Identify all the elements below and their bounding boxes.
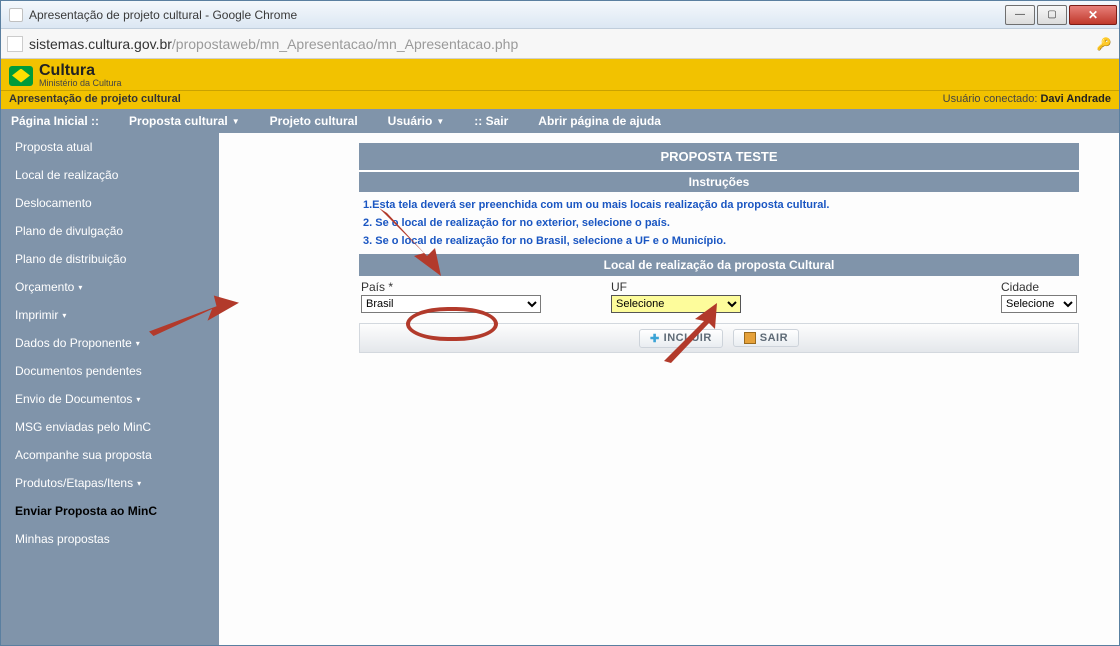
user-info: Usuário conectado: Davi Andrade xyxy=(943,93,1111,105)
chevron-down-icon: ▾ xyxy=(78,283,82,292)
sidebar-item[interactable]: Proposta atual xyxy=(1,133,219,161)
field-pais: País * Brasil xyxy=(361,280,541,313)
top-nav: Página Inicial :: Proposta cultural▼ Pro… xyxy=(1,109,1119,133)
sidebar-item[interactable]: Deslocamento xyxy=(1,189,219,217)
sidebar-item[interactable]: Acompanhe sua proposta xyxy=(1,441,219,469)
panel-title: PROPOSTA TESTE xyxy=(359,143,1079,170)
sidebar-item-label: Proposta atual xyxy=(15,140,92,154)
sidebar-item[interactable]: Enviar Proposta ao MinC xyxy=(1,497,219,525)
cidade-select[interactable]: Selecione xyxy=(1001,295,1077,313)
sidebar-item-label: Orçamento xyxy=(15,280,74,294)
incluir-button[interactable]: ✚ INCLUIR xyxy=(639,329,723,348)
address-bar: sistemas.cultura.gov.br/propostaweb/mn_A… xyxy=(1,29,1119,59)
user-label: Usuário conectado: xyxy=(943,93,1038,105)
page-icon xyxy=(7,36,23,52)
sidebar-item[interactable]: Produtos/Etapas/Itens ▾ xyxy=(1,469,219,497)
close-button[interactable]: ✕ xyxy=(1069,5,1117,25)
section-header: Local de realização da proposta Cultural xyxy=(359,254,1079,276)
nav-ajuda[interactable]: Abrir página de ajuda xyxy=(538,114,661,128)
sidebar-item[interactable]: Imprimir ▾ xyxy=(1,301,219,329)
sidebar-item-label: Plano de divulgação xyxy=(15,224,123,238)
app-body: Proposta atual Local de realização Desloca… xyxy=(1,133,1119,645)
sidebar-item-label: Produtos/Etapas/Itens xyxy=(15,476,133,490)
header-ribbon: Cultura Ministério da Cultura xyxy=(1,59,1119,91)
sidebar-item[interactable]: MSG enviadas pelo MinC xyxy=(1,413,219,441)
action-bar: ✚ INCLUIR SAIR xyxy=(359,323,1079,353)
chevron-down-icon: ▼ xyxy=(232,117,240,126)
url-path: /propostaweb/mn_Apresentacao/mn_Apresent… xyxy=(172,36,518,52)
sidebar-item[interactable]: Documentos pendentes xyxy=(1,357,219,385)
sidebar-item-label: Plano de distribuição xyxy=(15,252,126,266)
window-buttons: — ▢ ✕ xyxy=(1005,5,1117,25)
brand-name: Cultura xyxy=(39,62,95,79)
field-uf: UF Selecione xyxy=(611,280,741,313)
instructions-header: Instruções xyxy=(359,170,1079,192)
sidebar: Proposta atual Local de realização Desloca… xyxy=(1,133,219,645)
field-cidade: Cidade Selecione xyxy=(1001,280,1077,313)
nav-projeto-cultural[interactable]: Projeto cultural xyxy=(270,114,358,128)
sidebar-item[interactable]: Dados do Proponente ▾ xyxy=(1,329,219,357)
sidebar-item[interactable]: Local de realização xyxy=(1,161,219,189)
incluir-label: INCLUIR xyxy=(664,332,712,344)
brazil-flag-icon xyxy=(9,66,33,86)
uf-select[interactable]: Selecione xyxy=(611,295,741,313)
pais-label: País * xyxy=(361,280,541,294)
sidebar-item[interactable]: Plano de divulgação xyxy=(1,217,219,245)
sidebar-item-label: Deslocamento xyxy=(15,196,92,210)
sidebar-item-label: Enviar Proposta ao MinC xyxy=(15,504,157,518)
nav-proposta-cultural[interactable]: Proposta cultural▼ xyxy=(129,114,240,128)
nav-home[interactable]: Página Inicial :: xyxy=(11,114,99,128)
sidebar-item[interactable]: Orçamento ▾ xyxy=(1,273,219,301)
chevron-down-icon: ▾ xyxy=(137,479,141,488)
nav-sair[interactable]: :: Sair xyxy=(474,114,508,128)
sidebar-item-label: Minhas propostas xyxy=(15,532,110,546)
chevron-down-icon: ▼ xyxy=(436,117,444,126)
sub-ribbon: Apresentação de projeto cultural Usuário… xyxy=(1,91,1119,109)
site-info-icon[interactable]: 🔑 xyxy=(1095,37,1113,51)
chevron-down-icon: ▾ xyxy=(136,395,140,404)
instruction-line: 1.Esta tela deverá ser preenchida com um… xyxy=(361,196,1077,214)
page-name: Apresentação de projeto cultural xyxy=(9,93,181,105)
sidebar-item-label: MSG enviadas pelo MinC xyxy=(15,420,151,434)
plus-icon: ✚ xyxy=(650,332,660,345)
sidebar-item[interactable]: Minhas propostas xyxy=(1,525,219,553)
form-row: País * Brasil UF Selecione Cidade Seleci… xyxy=(359,276,1079,323)
sidebar-item[interactable]: Envio de Documentos ▾ xyxy=(1,385,219,413)
instruction-line: 2. Se o local de realização for no exter… xyxy=(361,214,1077,232)
brand-subtitle: Ministério da Cultura xyxy=(39,79,122,88)
user-name: Davi Andrade xyxy=(1040,93,1111,105)
uf-label: UF xyxy=(611,280,741,294)
chevron-down-icon: ▾ xyxy=(136,339,140,348)
sair-label: SAIR xyxy=(760,332,788,344)
sidebar-item-label: Local de realização xyxy=(15,168,118,182)
favicon-icon xyxy=(9,8,23,22)
cidade-label: Cidade xyxy=(1001,280,1077,294)
logo-block: Cultura Ministério da Cultura xyxy=(9,63,122,88)
sair-button[interactable]: SAIR xyxy=(733,329,799,347)
sidebar-item-label: Dados do Proponente xyxy=(15,336,132,350)
door-icon xyxy=(744,332,756,344)
sidebar-item[interactable]: Plano de distribuição xyxy=(1,245,219,273)
instructions-body: 1.Esta tela deverá ser preenchida com um… xyxy=(359,192,1079,254)
url-text[interactable]: sistemas.cultura.gov.br/propostaweb/mn_A… xyxy=(29,36,1095,52)
minimize-button[interactable]: — xyxy=(1005,5,1035,25)
sidebar-item-label: Documentos pendentes xyxy=(15,364,142,378)
instruction-line: 3. Se o local de realização for no Brasi… xyxy=(361,232,1077,250)
nav-usuario[interactable]: Usuário▼ xyxy=(388,114,445,128)
chevron-down-icon: ▾ xyxy=(62,311,66,320)
window-frame: Apresentação de projeto cultural - Googl… xyxy=(0,0,1120,646)
sidebar-item-label: Imprimir xyxy=(15,308,58,322)
content-area: PROPOSTA TESTE Instruções 1.Esta tela de… xyxy=(219,133,1119,645)
window-title: Apresentação de projeto cultural - Googl… xyxy=(29,8,1005,22)
brand-text: Cultura Ministério da Cultura xyxy=(39,63,122,88)
pais-select[interactable]: Brasil xyxy=(361,295,541,313)
sidebar-item-label: Acompanhe sua proposta xyxy=(15,448,152,462)
sidebar-item-label: Envio de Documentos xyxy=(15,392,132,406)
maximize-button[interactable]: ▢ xyxy=(1037,5,1067,25)
url-host: sistemas.cultura.gov.br xyxy=(29,36,172,52)
window-titlebar: Apresentação de projeto cultural - Googl… xyxy=(1,1,1119,29)
